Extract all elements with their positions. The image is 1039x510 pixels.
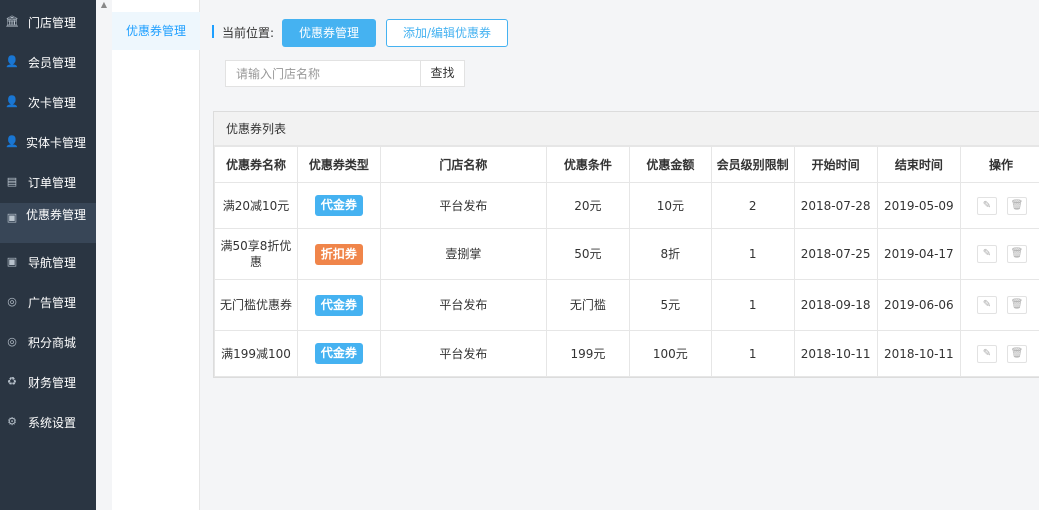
end-date: 2019-05-09 bbox=[876, 182, 961, 229]
coupon-condition: 无门槛 bbox=[545, 279, 630, 331]
bank-icon: 🏛 bbox=[5, 15, 19, 28]
search-button[interactable]: 查找 bbox=[420, 60, 465, 87]
sidebar-item-label: 次卡管理 bbox=[28, 96, 77, 110]
start-date: 2018-07-25 bbox=[793, 228, 878, 280]
sidebar-item-label: 实体卡管理 bbox=[26, 136, 87, 150]
coupon-management-button[interactable]: 优惠券管理 bbox=[282, 19, 376, 47]
member-level: 1 bbox=[710, 330, 795, 377]
coupon-condition: 50元 bbox=[545, 228, 630, 280]
member-level: 2 bbox=[710, 182, 795, 229]
subnav-item-coupons[interactable]: 优惠券管理 bbox=[112, 12, 200, 50]
sidebar-item-label: 财务管理 bbox=[28, 376, 77, 390]
coupon-amount: 10元 bbox=[628, 182, 712, 229]
sidebar-item-label: 系统设置 bbox=[28, 416, 77, 430]
member-level: 1 bbox=[710, 228, 795, 280]
col-header: 门店名称 bbox=[379, 146, 547, 183]
sidebar-item-orders[interactable]: ▤ 订单管理 bbox=[0, 163, 96, 203]
trash-icon[interactable]: 🗑 bbox=[1006, 196, 1027, 215]
pencil-icon[interactable]: ✎ bbox=[976, 296, 997, 314]
sidebar-item-store[interactable]: 🏛 门店管理 bbox=[0, 3, 96, 43]
sub-sidebar: 优惠券管理 bbox=[112, 0, 200, 510]
table-row: 满20减10元 代金券 平台发布 20元 10元 2 2018-07-28 20… bbox=[214, 182, 1039, 229]
sidebar-item-label: 会员管理 bbox=[28, 56, 77, 70]
table-row: 满50享8折优惠 折扣券 壹捌掌 50元 8折 1 2018-07-25 201… bbox=[214, 228, 1039, 280]
life-ring-icon: ◎ bbox=[7, 295, 17, 308]
breadcrumb-marker bbox=[212, 25, 214, 38]
col-header: 优惠券名称 bbox=[214, 146, 298, 183]
breadcrumb-label: 当前位置: bbox=[222, 26, 275, 40]
start-date: 2018-09-18 bbox=[793, 279, 878, 331]
add-edit-coupon-button[interactable]: 添加/编辑优惠券 bbox=[386, 19, 508, 47]
coupon-table: 优惠券名称 优惠券类型 门店名称 优惠条件 优惠金额 会员级别限制 开始时间 结… bbox=[214, 146, 1039, 377]
coupon-name: 满20减10元 bbox=[214, 182, 298, 229]
coupon-type-badge: 折扣券 bbox=[314, 243, 363, 265]
coupon-list-panel: 优惠券列表 优惠券名称 优惠券类型 门店名称 优惠条件 优惠金额 会员级别限制 … bbox=[213, 111, 1039, 378]
sidebar-item-coupons[interactable]: ▣ 优惠券管理 bbox=[0, 203, 96, 243]
life-ring-icon: ◎ bbox=[7, 335, 17, 348]
coupon-amount: 5元 bbox=[628, 279, 712, 331]
sidebar-item-finance[interactable]: ♻ 财务管理 bbox=[0, 363, 96, 403]
user-icon: 👤 bbox=[5, 95, 19, 108]
table-row: 无门槛优惠券 代金券 平台发布 无门槛 5元 1 2018-09-18 2019… bbox=[214, 279, 1039, 331]
member-level: 1 bbox=[710, 279, 795, 331]
sidebar-item-label: 优惠券管理 bbox=[26, 208, 87, 222]
store-name-search-input[interactable] bbox=[225, 60, 421, 87]
sidebar-item-navigation[interactable]: ▣ 导航管理 bbox=[0, 243, 96, 283]
sidebar-item-points-mall[interactable]: ◎ 积分商城 bbox=[0, 323, 96, 363]
end-date: 2018-10-11 bbox=[876, 330, 961, 377]
sidebar-scrollbar[interactable] bbox=[98, 0, 112, 510]
panel-title: 优惠券列表 bbox=[214, 112, 1039, 146]
col-header: 优惠券类型 bbox=[296, 146, 381, 183]
col-header: 会员级别限制 bbox=[710, 146, 795, 183]
coupon-condition: 20元 bbox=[545, 182, 630, 229]
col-header: 优惠条件 bbox=[545, 146, 630, 183]
col-header: 开始时间 bbox=[793, 146, 878, 183]
coupon-name: 无门槛优惠券 bbox=[214, 279, 298, 331]
sidebar-item-label: 积分商城 bbox=[28, 336, 77, 350]
col-header: 操作 bbox=[959, 146, 1039, 183]
sidebar-item-member[interactable]: 👤 会员管理 bbox=[0, 43, 96, 83]
sidebar-item-label: 门店管理 bbox=[28, 16, 77, 30]
money-icon: ▣ bbox=[6, 255, 18, 268]
recycle-icon: ♻ bbox=[7, 375, 17, 388]
sidebar-item-label: 导航管理 bbox=[28, 256, 77, 270]
gear-icon: ⚙ bbox=[7, 415, 17, 428]
file-icon: ▤ bbox=[6, 175, 18, 188]
start-date: 2018-10-11 bbox=[793, 330, 878, 377]
col-header: 结束时间 bbox=[876, 146, 961, 183]
table-header-row: 优惠券名称 优惠券类型 门店名称 优惠条件 优惠金额 会员级别限制 开始时间 结… bbox=[214, 146, 1039, 183]
pencil-icon[interactable]: ✎ bbox=[976, 245, 997, 263]
col-header: 优惠金额 bbox=[628, 146, 712, 183]
coupon-type-badge: 代金券 bbox=[314, 343, 363, 364]
store-name: 壹捌掌 bbox=[379, 228, 547, 280]
trash-icon[interactable]: 🗑 bbox=[1006, 245, 1027, 263]
end-date: 2019-06-06 bbox=[876, 279, 961, 331]
coupon-type-badge: 代金券 bbox=[314, 294, 363, 316]
end-date: 2019-04-17 bbox=[876, 228, 961, 280]
coupon-amount: 100元 bbox=[628, 330, 712, 377]
coupon-type-badge: 代金券 bbox=[314, 195, 363, 216]
scroll-up-arrow-icon[interactable]: ▲ bbox=[98, 0, 110, 10]
trash-icon[interactable]: 🗑 bbox=[1006, 296, 1027, 314]
pencil-icon[interactable]: ✎ bbox=[976, 196, 997, 215]
table-row: 满199减100 代金券 平台发布 199元 100元 1 2018-10-11… bbox=[214, 330, 1039, 377]
coupon-name: 满199减100 bbox=[214, 330, 298, 377]
sidebar-item-label: 订单管理 bbox=[28, 176, 77, 190]
user-icon: 👤 bbox=[5, 55, 19, 68]
pencil-icon[interactable]: ✎ bbox=[976, 344, 997, 363]
coupon-name: 满50享8折优惠 bbox=[214, 228, 298, 280]
sidebar-item-label: 广告管理 bbox=[28, 296, 77, 310]
sidebar-item-ads[interactable]: ◎ 广告管理 bbox=[0, 283, 96, 323]
coupon-amount: 8折 bbox=[628, 228, 712, 280]
trash-icon[interactable]: 🗑 bbox=[1006, 344, 1027, 363]
sidebar-item-times-card[interactable]: 👤 次卡管理 bbox=[0, 83, 96, 123]
main-sidebar: 🏛 门店管理 👤 会员管理 👤 次卡管理 👤 实体卡管理 ▤ 订单管理 ▣ 优惠… bbox=[0, 0, 96, 510]
coupon-condition: 199元 bbox=[545, 330, 630, 377]
start-date: 2018-07-28 bbox=[793, 182, 878, 229]
store-name: 平台发布 bbox=[379, 182, 547, 229]
sidebar-item-settings[interactable]: ⚙ 系统设置 bbox=[0, 403, 96, 443]
store-name: 平台发布 bbox=[379, 279, 547, 331]
store-name: 平台发布 bbox=[379, 330, 547, 377]
